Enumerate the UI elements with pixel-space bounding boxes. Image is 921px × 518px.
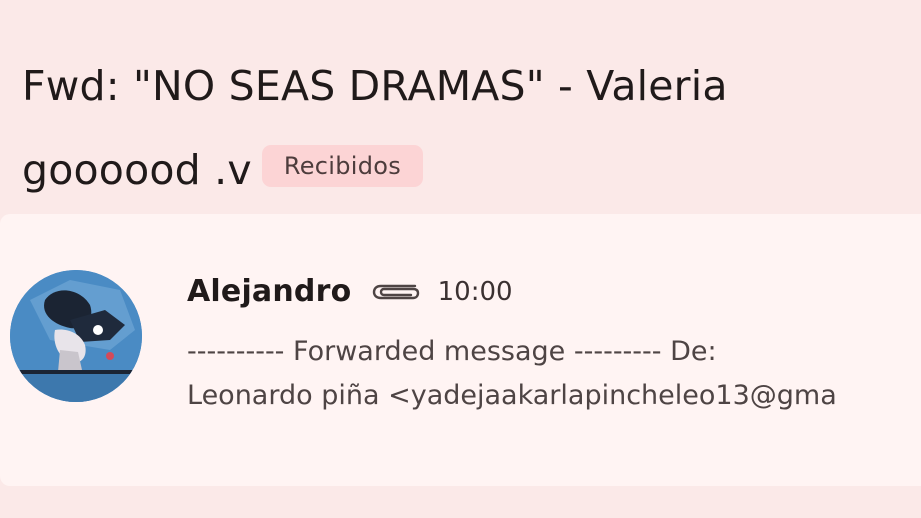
- sender-name: Alejandro: [187, 274, 352, 309]
- email-view: Fwd: "NO SEAS DRAMAS" - Valeria goooood …: [0, 0, 921, 518]
- snippet-line-2: Leonardo piña <yadejaakarlapincheleo13@g…: [187, 380, 837, 411]
- email-subject: Fwd: "NO SEAS DRAMAS" - Valeria goooood …: [22, 44, 912, 212]
- message-card[interactable]: Alejandro 10:00 ---------- Forwarded mes…: [0, 214, 921, 486]
- paperclip-icon: [371, 280, 423, 304]
- subject-line-2: goooood .v Recibidos: [22, 128, 912, 212]
- message-time: 10:00: [437, 276, 513, 307]
- avatar-image: [10, 270, 142, 402]
- subject-line-2-text: goooood .v: [22, 146, 252, 194]
- message-snippet: ---------- Forwarded message --------- D…: [187, 330, 921, 418]
- sender-row: Alejandro 10:00: [187, 274, 513, 318]
- subject-line-1: Fwd: "NO SEAS DRAMAS" - Valeria: [22, 62, 728, 110]
- label-chip-recibidos[interactable]: Recibidos: [261, 145, 424, 187]
- snippet-line-1: ---------- Forwarded message --------- D…: [187, 336, 717, 367]
- avatar[interactable]: [10, 270, 142, 402]
